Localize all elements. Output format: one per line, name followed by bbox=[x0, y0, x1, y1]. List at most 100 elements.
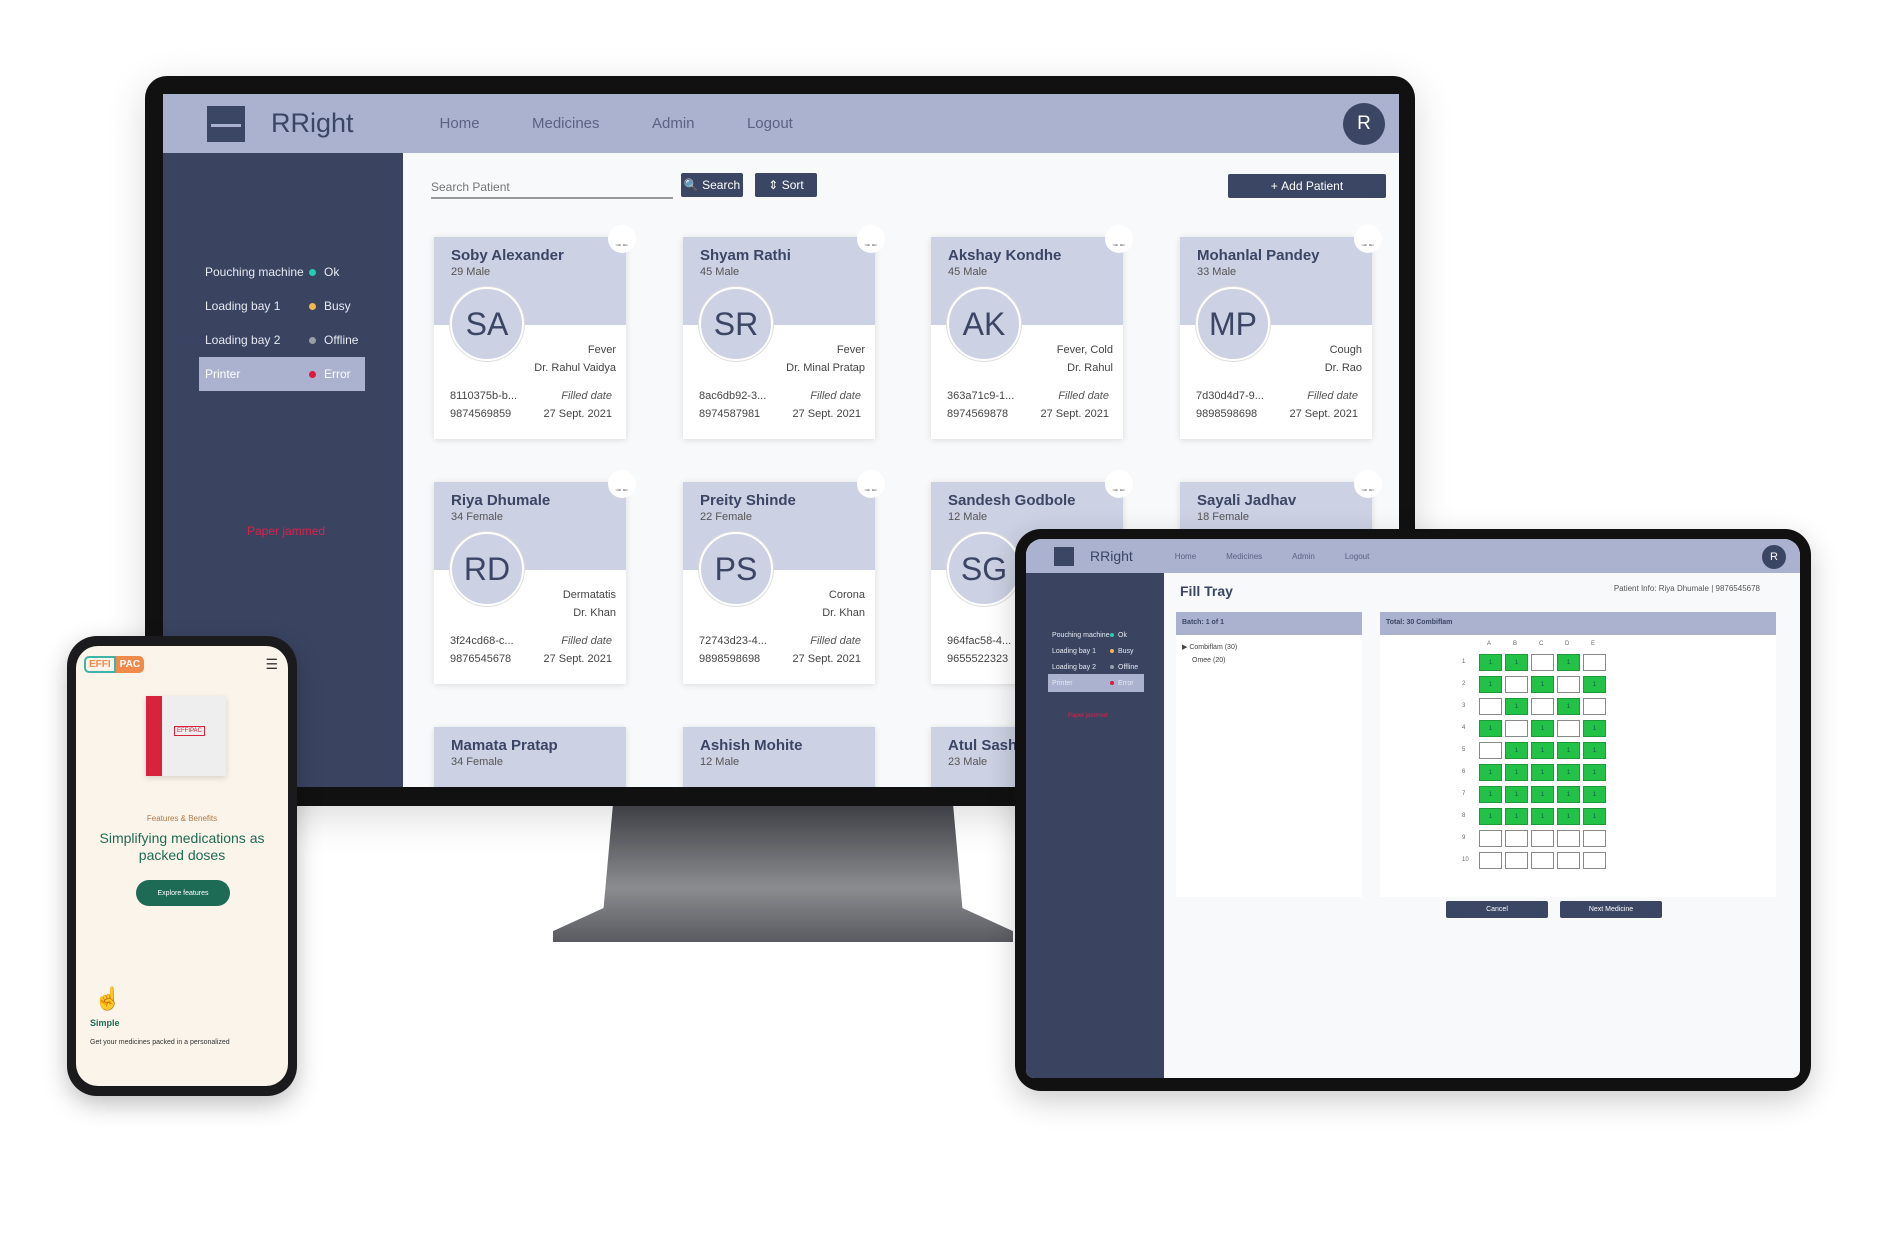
tray-cell[interactable] bbox=[1531, 698, 1554, 715]
medicine-item[interactable]: ▶ Combiflam (30) bbox=[1176, 635, 1362, 651]
tray-cell[interactable]: 1 bbox=[1583, 720, 1606, 737]
tray-cell[interactable] bbox=[1583, 698, 1606, 715]
bell-icon[interactable]: 🔔 bbox=[1105, 225, 1133, 253]
tray-cell[interactable] bbox=[1479, 698, 1502, 715]
next-medicine-button[interactable]: Next Medicine bbox=[1560, 901, 1662, 918]
sort-button[interactable]: ⇕ Sort bbox=[755, 173, 817, 197]
tray-cell[interactable]: 1 bbox=[1531, 808, 1554, 825]
tray-cell[interactable]: 1 bbox=[1531, 742, 1554, 759]
tray-cell[interactable]: 1 bbox=[1505, 742, 1528, 759]
tray-cell[interactable] bbox=[1583, 852, 1606, 869]
nav-admin[interactable]: Admin bbox=[652, 115, 695, 132]
tray-cell[interactable] bbox=[1531, 852, 1554, 869]
bell-icon[interactable]: 🔔 bbox=[857, 225, 885, 253]
explore-features-button[interactable]: Explore features bbox=[136, 880, 230, 906]
cancel-button[interactable]: Cancel bbox=[1446, 901, 1548, 918]
tray-cell[interactable] bbox=[1505, 720, 1528, 737]
patient-card[interactable]: Mohanlal Pandey 33 Male 🔔 MP Cough Dr. Rao 7d3… bbox=[1180, 225, 1382, 439]
tray-cell[interactable] bbox=[1479, 830, 1502, 847]
nav-admin[interactable]: Admin bbox=[1292, 552, 1315, 561]
patient-initials-avatar: SG bbox=[947, 532, 1021, 606]
search-button[interactable]: 🔍 Search bbox=[681, 173, 743, 197]
filled-date-label: Filled date bbox=[810, 635, 861, 647]
tray-cell[interactable]: 1 bbox=[1557, 808, 1580, 825]
bell-icon[interactable]: 🔔 bbox=[1105, 470, 1133, 498]
tray-cell[interactable]: 1 bbox=[1583, 764, 1606, 781]
tray-cell[interactable] bbox=[1479, 852, 1502, 869]
tray-cell[interactable] bbox=[1531, 830, 1554, 847]
patient-card[interactable]: Akshay Kondhe 45 Male 🔔 AK Fever, Cold Dr. Ra… bbox=[931, 225, 1133, 439]
nav-logout[interactable]: Logout bbox=[1345, 552, 1369, 561]
tray-cell[interactable] bbox=[1505, 852, 1528, 869]
bell-icon[interactable]: 🔔 bbox=[608, 225, 636, 253]
patient-card[interactable]: Soby Alexander 29 Male 🔔 SA Fever Dr. Rahul V… bbox=[434, 225, 636, 439]
tray-cell[interactable]: 1 bbox=[1505, 654, 1528, 671]
user-avatar[interactable]: R bbox=[1762, 545, 1786, 569]
tray-cell[interactable]: 1 bbox=[1479, 654, 1502, 671]
tray-cell[interactable]: 1 bbox=[1479, 720, 1502, 737]
tray-cell[interactable] bbox=[1505, 676, 1528, 693]
bell-icon[interactable]: 🔔 bbox=[857, 470, 885, 498]
tray-cell[interactable]: 1 bbox=[1505, 698, 1528, 715]
patient-card[interactable]: Ashish Mohite 12 Male bbox=[683, 727, 875, 787]
patient-card[interactable]: Mamata Pratap 34 Female bbox=[434, 727, 626, 787]
tray-cell[interactable]: 1 bbox=[1557, 742, 1580, 759]
tray-cell[interactable] bbox=[1557, 720, 1580, 737]
tray-cell[interactable] bbox=[1531, 654, 1554, 671]
tray-cell[interactable]: 1 bbox=[1479, 808, 1502, 825]
tray-cell[interactable] bbox=[1557, 830, 1580, 847]
tray-cell[interactable]: 1 bbox=[1557, 698, 1580, 715]
effipac-logo[interactable]: EFFI PAC bbox=[84, 656, 145, 673]
patient-name: Shyam Rathi bbox=[700, 247, 791, 264]
tray-cell[interactable]: 1 bbox=[1583, 786, 1606, 803]
nav-logout[interactable]: Logout bbox=[747, 115, 793, 132]
user-avatar[interactable]: R bbox=[1343, 103, 1385, 145]
bell-icon[interactable]: 🔔 bbox=[1354, 225, 1382, 253]
tray-cell[interactable]: 1 bbox=[1583, 808, 1606, 825]
tray-cell[interactable]: 1 bbox=[1479, 764, 1502, 781]
status-item[interactable]: Printer Error bbox=[199, 357, 365, 391]
status-item[interactable]: Loading bay 1 Busy bbox=[199, 289, 365, 323]
tray-cell[interactable]: 1 bbox=[1505, 786, 1528, 803]
tray-cell[interactable]: 1 bbox=[1479, 676, 1502, 693]
add-patient-button[interactable]: + Add Patient bbox=[1228, 174, 1386, 198]
bell-icon[interactable]: 🔔 bbox=[1354, 470, 1382, 498]
status-item[interactable]: Loading bay 2 Offline bbox=[199, 323, 365, 357]
status-dot-icon bbox=[309, 268, 316, 276]
status-item[interactable]: Printer Error bbox=[1048, 674, 1144, 692]
tray-cell[interactable]: 1 bbox=[1479, 786, 1502, 803]
tray-cell[interactable] bbox=[1479, 742, 1502, 759]
patient-card[interactable]: Riya Dhumale 34 Female 🔔 RD Dermatatis Dr. Kh… bbox=[434, 470, 636, 684]
medicine-item[interactable]: Omee (20) bbox=[1176, 651, 1362, 664]
nav-home[interactable]: Home bbox=[1175, 552, 1196, 561]
tray-cell[interactable]: 1 bbox=[1557, 654, 1580, 671]
tray-cell[interactable] bbox=[1557, 676, 1580, 693]
patient-card[interactable]: Shyam Rathi 45 Male 🔔 SR Fever Dr. Minal Prat… bbox=[683, 225, 885, 439]
sidebar: Pouching machine Ok Loading bay 1 Busy Loadi… bbox=[1026, 573, 1164, 1078]
doctor: Dr. Rahul bbox=[1067, 362, 1113, 374]
tray-cell[interactable]: 1 bbox=[1505, 808, 1528, 825]
bell-icon[interactable]: 🔔 bbox=[608, 470, 636, 498]
tray-cell[interactable]: 1 bbox=[1583, 742, 1606, 759]
tray-cell[interactable]: 1 bbox=[1557, 764, 1580, 781]
tray-cell[interactable]: 1 bbox=[1531, 786, 1554, 803]
tray-cell[interactable] bbox=[1583, 654, 1606, 671]
nav-medicines[interactable]: Medicines bbox=[1226, 552, 1262, 561]
tray-cell[interactable]: 1 bbox=[1531, 676, 1554, 693]
tray-cell[interactable]: 1 bbox=[1505, 764, 1528, 781]
patient-id: 964fac58-4... bbox=[947, 635, 1012, 647]
hamburger-menu-icon[interactable]: ☰ bbox=[265, 656, 278, 673]
patient-card[interactable]: Preity Shinde 22 Female 🔔 PS Corona Dr. Khan 7… bbox=[683, 470, 885, 684]
tray-cell[interactable]: 1 bbox=[1583, 676, 1606, 693]
tray-cell[interactable]: 1 bbox=[1531, 764, 1554, 781]
nav-medicines[interactable]: Medicines bbox=[532, 115, 600, 132]
patient-phone: 9874569859 bbox=[450, 408, 512, 420]
status-item[interactable]: Pouching machine Ok bbox=[199, 255, 365, 289]
nav-home[interactable]: Home bbox=[440, 115, 480, 132]
tray-cell[interactable]: 1 bbox=[1557, 786, 1580, 803]
tray-cell[interactable] bbox=[1505, 830, 1528, 847]
tray-cell[interactable]: 1 bbox=[1531, 720, 1554, 737]
tray-cell[interactable] bbox=[1557, 852, 1580, 869]
search-patient-input[interactable] bbox=[431, 177, 673, 199]
tray-cell[interactable] bbox=[1583, 830, 1606, 847]
